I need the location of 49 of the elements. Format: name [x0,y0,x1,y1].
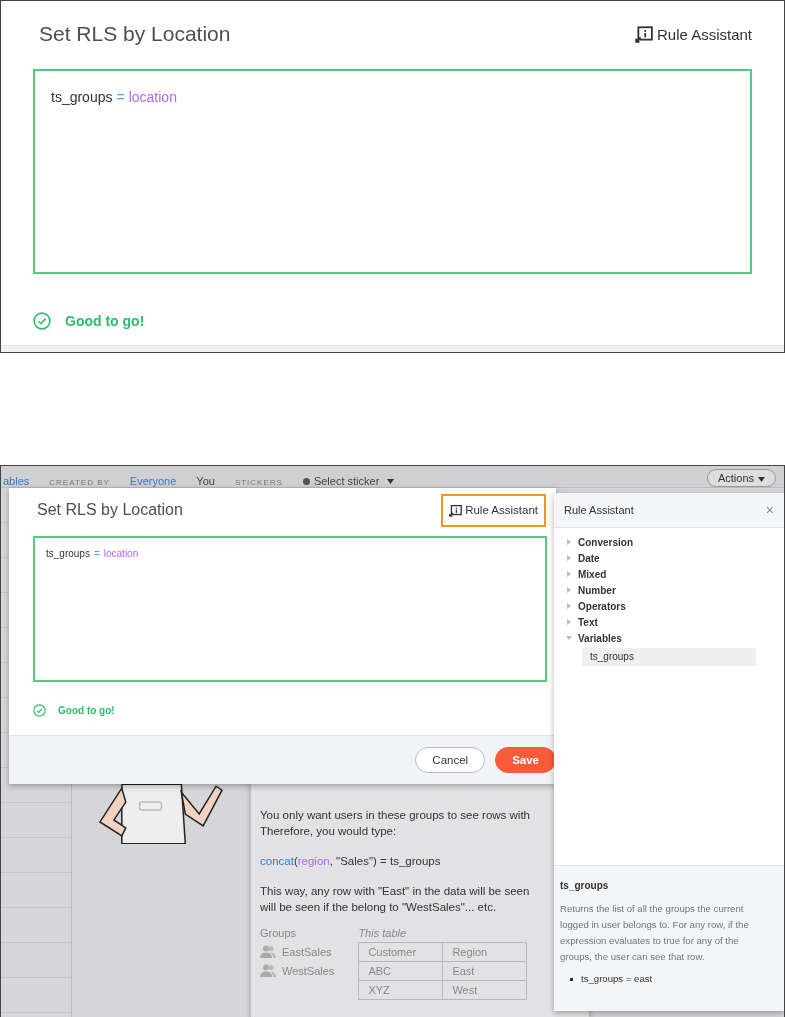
tree-item[interactable]: Text [566,614,598,630]
cancel-button[interactable]: Cancel [415,747,486,773]
group-name: WestSales [282,964,335,977]
table-heading: This table [358,927,408,939]
dialog-title: Set RLS by Location [39,22,231,46]
sticker-dropdown[interactable]: Select sticker [302,475,395,487]
tree-item[interactable]: Variables [566,630,622,646]
tree-item[interactable]: Mixed [566,566,607,582]
group-name: EastSales [282,945,332,958]
status-message: Good to go! [65,313,145,329]
table-cell: ABC [358,961,443,981]
table-cell: East [442,961,527,981]
panel-title: Rule Assistant [564,504,634,516]
dialog-title: Set RLS by Location [37,501,183,519]
caret-icon [758,477,765,482]
header-label: CREATED BY [49,478,110,487]
rule-editor[interactable]: ts_groups = location [33,536,547,682]
detail-title: ts_groups [560,880,610,891]
tree-item[interactable]: Number [566,582,616,598]
help-text: will be seen if the belong to "WestSales"... etc. [260,900,497,915]
group-icon [260,964,276,977]
rule-assistant-button[interactable]: Rule Assistant [441,493,546,527]
help-text: Therefore, you would type: [260,824,397,839]
column-header: Region [442,942,527,962]
rule-assistant-icon [634,25,653,43]
header-text: You [196,475,215,487]
tree-item[interactable]: Operators [566,598,626,614]
example-text: ts_groups = east [581,973,653,984]
detail-description: Returns the list of all the groups the current logged in user belongs to. For any row, if the expression evaluates to true for any of the groups, the user can see that row. [560,902,750,964]
help-text: You only want users in these groups to see rows with [260,808,530,823]
header-label: STICKERS [234,478,283,487]
column-header: Customer [358,942,443,962]
rule-editor[interactable]: ts_groups = location [33,69,752,274]
table-cell: XYZ [358,980,443,1000]
groups-heading: Groups [260,927,298,939]
check-circle-icon [33,312,51,330]
rule-assistant-icon [449,503,463,517]
code-example: concat(region, "Sales") = ts_groups [260,855,442,867]
actions-button[interactable]: Actions [706,469,776,487]
table-cell: West [442,980,527,1000]
status-message: Good to go! [58,705,115,716]
tree-item[interactable]: Conversion [566,534,633,550]
tree-item[interactable]: ts_groups [582,648,756,666]
help-text: This way, any row with "East" in the data will be seen [260,884,530,899]
check-circle-icon [33,704,46,717]
caret-icon [387,478,395,484]
rule-assistant-button[interactable]: Rule Assistant [634,25,752,43]
tree-item[interactable]: Date [566,550,600,566]
group-icon [260,945,276,958]
